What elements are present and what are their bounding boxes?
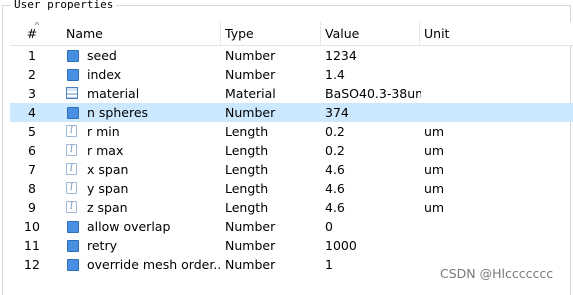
row-number: 8 (28, 181, 36, 196)
column-header-value-label: Value (325, 26, 360, 41)
group-title: User properties (11, 0, 117, 12)
watermark: CSDN @Hlccccccc (440, 266, 554, 281)
length-icon: l (66, 198, 80, 217)
table-row[interactable]: 1 seed Number 1234 (10, 46, 573, 65)
property-type: Length (225, 200, 269, 215)
number-icon (66, 103, 80, 122)
property-unit (424, 65, 504, 84)
property-unit (424, 103, 504, 122)
number-icon (66, 255, 80, 274)
property-value[interactable]: 4.6 (325, 160, 421, 179)
row-number: 2 (28, 67, 36, 82)
property-name: y span (87, 181, 129, 196)
property-unit (424, 46, 504, 65)
property-unit: um (424, 162, 445, 177)
table-row[interactable]: 3 material Material BaSO40.3-38um (10, 84, 573, 103)
property-name: n spheres (87, 105, 149, 120)
table-row[interactable]: 6 l r max Length 0.2 um (10, 141, 573, 160)
property-name: z span (87, 200, 128, 215)
property-unit: um (424, 181, 445, 196)
property-name: allow overlap (87, 219, 171, 234)
sort-asc-icon: ∧ (34, 22, 40, 27)
property-unit (424, 236, 504, 255)
material-icon (66, 84, 80, 103)
number-icon (66, 217, 80, 236)
table-row[interactable]: 4 n spheres Number 374 (10, 103, 573, 122)
number-icon (66, 236, 80, 255)
property-type: Length (225, 181, 269, 196)
column-header-name-label: Name (66, 26, 103, 41)
column-header-value[interactable]: Value (321, 22, 420, 45)
property-value[interactable]: BaSO40.3-38um (325, 84, 421, 103)
row-number: 11 (24, 238, 40, 253)
property-name: retry (87, 238, 117, 253)
number-icon (66, 65, 80, 84)
column-header-unit-label: Unit (424, 26, 450, 41)
length-icon: l (66, 160, 80, 179)
property-name: r min (87, 124, 120, 139)
row-number: 7 (28, 162, 36, 177)
property-type: Material (225, 86, 276, 101)
row-number: 12 (24, 257, 40, 272)
property-name: x span (87, 162, 129, 177)
column-header-name[interactable]: Name (62, 22, 221, 45)
property-type: Number (225, 67, 276, 82)
row-number: 5 (28, 124, 36, 139)
property-value[interactable]: 1.4 (325, 65, 421, 84)
property-type: Length (225, 162, 269, 177)
properties-table: # ∧ Name Type Value Unit 1 seed Number 1234… (10, 22, 573, 290)
property-name: override mesh order... (87, 257, 221, 272)
property-unit: um (424, 200, 445, 215)
row-number: 6 (28, 143, 36, 158)
number-icon (66, 46, 80, 65)
property-value[interactable]: 1000 (325, 236, 421, 255)
table-row[interactable]: 11 retry Number 1000 (10, 236, 573, 255)
table-row[interactable]: 5 l r min Length 0.2 um (10, 122, 573, 141)
table-row[interactable]: 8 l y span Length 4.6 um (10, 179, 573, 198)
table-body: 1 seed Number 1234 2 index Number 1.4 3 material M… (10, 46, 573, 274)
property-type: Number (225, 48, 276, 63)
property-unit: um (424, 124, 445, 139)
property-value[interactable]: 4.6 (325, 179, 421, 198)
table-header: # ∧ Name Type Value Unit (10, 22, 573, 46)
property-type: Length (225, 124, 269, 139)
property-name: material (87, 86, 140, 101)
table-row[interactable]: 7 l x span Length 4.6 um (10, 160, 573, 179)
property-type: Number (225, 219, 276, 234)
property-value[interactable]: 0 (325, 217, 421, 236)
column-header-type-label: Type (225, 26, 254, 41)
table-row[interactable]: 9 l z span Length 4.6 um (10, 198, 573, 217)
table-row[interactable]: 10 allow overlap Number 0 (10, 217, 573, 236)
column-header-type[interactable]: Type (221, 22, 321, 45)
column-header-num-label: # (26, 26, 38, 41)
property-value[interactable]: 374 (325, 103, 421, 122)
column-header-unit[interactable]: Unit (420, 22, 573, 45)
property-unit: um (424, 143, 445, 158)
property-unit (424, 217, 504, 236)
property-type: Number (225, 105, 276, 120)
table-row[interactable]: 2 index Number 1.4 (10, 65, 573, 84)
column-header-num[interactable]: # ∧ (10, 22, 54, 45)
length-icon: l (66, 179, 80, 198)
length-icon: l (66, 141, 80, 160)
row-number: 9 (28, 200, 36, 215)
property-type: Number (225, 257, 276, 272)
row-number: 1 (28, 48, 36, 63)
property-value[interactable]: 4.6 (325, 198, 421, 217)
property-name: seed (87, 48, 117, 63)
property-type: Length (225, 143, 269, 158)
row-number: 10 (24, 219, 40, 234)
length-icon: l (66, 122, 80, 141)
property-value[interactable]: 1 (325, 255, 421, 274)
property-value[interactable]: 1234 (325, 46, 421, 65)
row-number: 3 (28, 86, 36, 101)
property-value[interactable]: 0.2 (325, 122, 421, 141)
property-value[interactable]: 0.2 (325, 141, 421, 160)
property-name: r max (87, 143, 124, 158)
property-unit (424, 84, 504, 103)
property-name: index (87, 67, 122, 82)
row-number: 4 (28, 105, 36, 120)
property-type: Number (225, 238, 276, 253)
